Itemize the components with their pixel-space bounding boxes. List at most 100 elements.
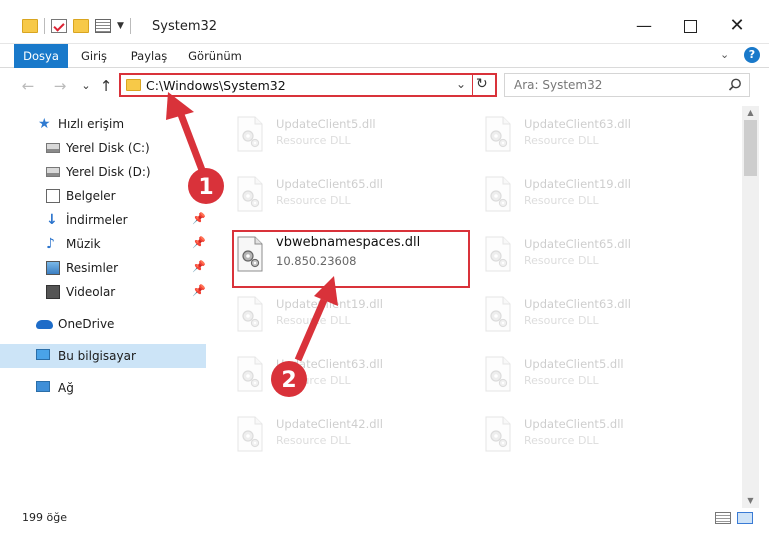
scroll-down-icon[interactable]: ▼ xyxy=(742,494,759,508)
address-bar[interactable]: C:\Windows\System32 ⌄ ↻ xyxy=(119,73,497,97)
sidebar-item-music[interactable]: ♪ Müzik 📌 xyxy=(0,232,206,256)
file-name: UpdateClient5.dll xyxy=(524,357,624,371)
file-description: Resource DLL xyxy=(524,434,599,447)
dll-file-icon xyxy=(237,116,263,152)
video-icon xyxy=(46,285,60,299)
sidebar-item-label: Bu bilgisayar xyxy=(58,349,136,363)
file-name: UpdateClient19.dll xyxy=(524,177,631,191)
divider xyxy=(44,18,45,34)
window-title: System32 xyxy=(152,19,218,34)
status-bar: 199 öğe xyxy=(0,508,769,538)
pin-icon[interactable]: 📌 xyxy=(192,212,206,225)
sidebar-item-label: Belgeler xyxy=(66,189,116,203)
file-item[interactable]: UpdateClient65.dll Resource DLL xyxy=(232,170,468,222)
sidebar-item-this-pc[interactable]: Bu bilgisayar xyxy=(0,344,206,368)
up-button[interactable]: ↑ xyxy=(96,76,116,96)
file-name: UpdateClient63.dll xyxy=(524,117,631,131)
sidebar-item-onedrive[interactable]: OneDrive xyxy=(0,312,206,336)
dll-file-icon xyxy=(485,116,511,152)
pin-icon[interactable]: 📌 xyxy=(192,284,206,297)
file-item[interactable]: UpdateClient5.dll Resource DLL xyxy=(232,110,468,162)
folder-icon xyxy=(126,79,141,91)
search-icon[interactable] xyxy=(727,77,743,93)
file-item[interactable]: UpdateClient65.dll Resource DLL xyxy=(480,230,716,282)
dll-file-icon xyxy=(237,176,263,212)
refresh-button[interactable]: ↻ xyxy=(476,76,488,92)
collapse-ribbon-icon[interactable]: ⌄ xyxy=(720,48,729,61)
vertical-scrollbar[interactable]: ▲ ▼ xyxy=(742,106,759,508)
maximize-button[interactable] xyxy=(680,16,700,36)
sidebar-item-label: OneDrive xyxy=(58,317,115,331)
forward-button[interactable]: → xyxy=(50,76,70,96)
close-button[interactable]: ✕ xyxy=(727,16,747,36)
file-description: Resource DLL xyxy=(524,134,599,147)
navigation-pane: ★ Hızlı erişim Yerel Disk (C:) Yerel Dis… xyxy=(0,106,206,508)
highlight-box xyxy=(232,230,470,288)
document-icon xyxy=(46,189,60,203)
tab-gorunum[interactable]: Görünüm xyxy=(184,44,246,68)
tab-giris[interactable]: Giriş xyxy=(74,44,114,68)
qat-dropdown-icon[interactable]: ▼ xyxy=(117,21,124,31)
sidebar-item-downloads[interactable]: ↓ İndirmeler 📌 xyxy=(0,208,206,232)
tab-paylas[interactable]: Paylaş xyxy=(124,44,174,68)
sidebar-item-disk-d[interactable]: Yerel Disk (D:) xyxy=(0,160,206,184)
file-item[interactable]: UpdateClient63.dll Resource DLL xyxy=(480,290,716,342)
file-item[interactable]: UpdateClient19.dll Resource DLL xyxy=(232,290,468,342)
dll-file-icon xyxy=(485,236,511,272)
file-description: Resource DLL xyxy=(276,194,351,207)
pin-icon[interactable]: 📌 xyxy=(192,260,206,273)
ribbon-tabs: Dosya Giriş Paylaş Görünüm ⌄ ? xyxy=(0,44,769,68)
folder-icon[interactable] xyxy=(22,19,38,33)
minimize-button[interactable]: — xyxy=(634,16,654,36)
file-list: UpdateClient5.dll Resource DLL UpdateClien… xyxy=(206,106,742,508)
sidebar-item-videos[interactable]: Videolar 📌 xyxy=(0,280,206,304)
dll-file-icon xyxy=(485,356,511,392)
dll-file-icon xyxy=(485,176,511,212)
file-name: UpdateClient65.dll xyxy=(524,237,631,251)
music-icon: ♪ xyxy=(46,236,55,252)
sidebar-item-disk-c[interactable]: Yerel Disk (C:) xyxy=(0,136,206,160)
file-name: UpdateClient5.dll xyxy=(524,417,624,431)
scrollbar-thumb[interactable] xyxy=(744,120,757,176)
sidebar-item-quick-access[interactable]: ★ Hızlı erişim xyxy=(0,112,206,136)
search-placeholder: Ara: System32 xyxy=(514,78,603,92)
file-item[interactable]: UpdateClient63.dll Resource DLL xyxy=(480,110,716,162)
sidebar-item-pictures[interactable]: Resimler 📌 xyxy=(0,256,206,280)
tab-dosya[interactable]: Dosya xyxy=(14,44,68,68)
sidebar-item-documents[interactable]: Belgeler xyxy=(0,184,206,208)
large-icons-view-icon[interactable] xyxy=(737,512,753,524)
file-item[interactable]: UpdateClient5.dll Resource DLL xyxy=(480,410,716,462)
sidebar-item-label: İndirmeler xyxy=(66,213,128,227)
file-description: Resource DLL xyxy=(524,374,599,387)
sidebar-item-label: Müzik xyxy=(66,237,101,251)
file-item[interactable]: UpdateClient42.dll Resource DLL xyxy=(232,410,468,462)
download-icon: ↓ xyxy=(46,212,58,228)
properties-check-icon[interactable] xyxy=(51,19,67,33)
file-description: Resource DLL xyxy=(276,374,351,387)
pin-icon[interactable]: 📌 xyxy=(192,236,206,249)
help-icon[interactable]: ? xyxy=(744,47,760,63)
scroll-up-icon[interactable]: ▲ xyxy=(742,106,759,120)
title-bar: ▼ System32 — ✕ xyxy=(0,0,769,44)
sidebar-item-label: Hızlı erişim xyxy=(58,117,125,131)
address-dropdown-icon[interactable]: ⌄ xyxy=(456,77,466,91)
file-name: UpdateClient65.dll xyxy=(276,177,383,191)
dll-file-icon xyxy=(237,356,263,392)
file-description: Resource DLL xyxy=(524,254,599,267)
file-description: Resource DLL xyxy=(276,134,351,147)
file-item[interactable]: UpdateClient19.dll Resource DLL xyxy=(480,170,716,222)
item-count: 199 öğe xyxy=(22,511,67,524)
dll-file-icon xyxy=(237,416,263,452)
address-path[interactable]: C:\Windows\System32 xyxy=(146,78,286,93)
network-icon xyxy=(36,381,50,392)
sidebar-item-network[interactable]: Ağ xyxy=(0,376,206,400)
recent-locations-button[interactable]: ⌄ xyxy=(76,76,96,96)
new-folder-icon[interactable] xyxy=(73,19,89,33)
file-item[interactable]: UpdateClient63.dll Resource DLL xyxy=(232,350,468,402)
pictures-icon xyxy=(46,261,60,275)
search-input[interactable]: Ara: System32 xyxy=(504,73,750,97)
back-button[interactable]: ← xyxy=(18,76,38,96)
details-view-icon[interactable] xyxy=(715,512,731,524)
customize-icon[interactable] xyxy=(95,19,111,33)
file-item[interactable]: UpdateClient5.dll Resource DLL xyxy=(480,350,716,402)
